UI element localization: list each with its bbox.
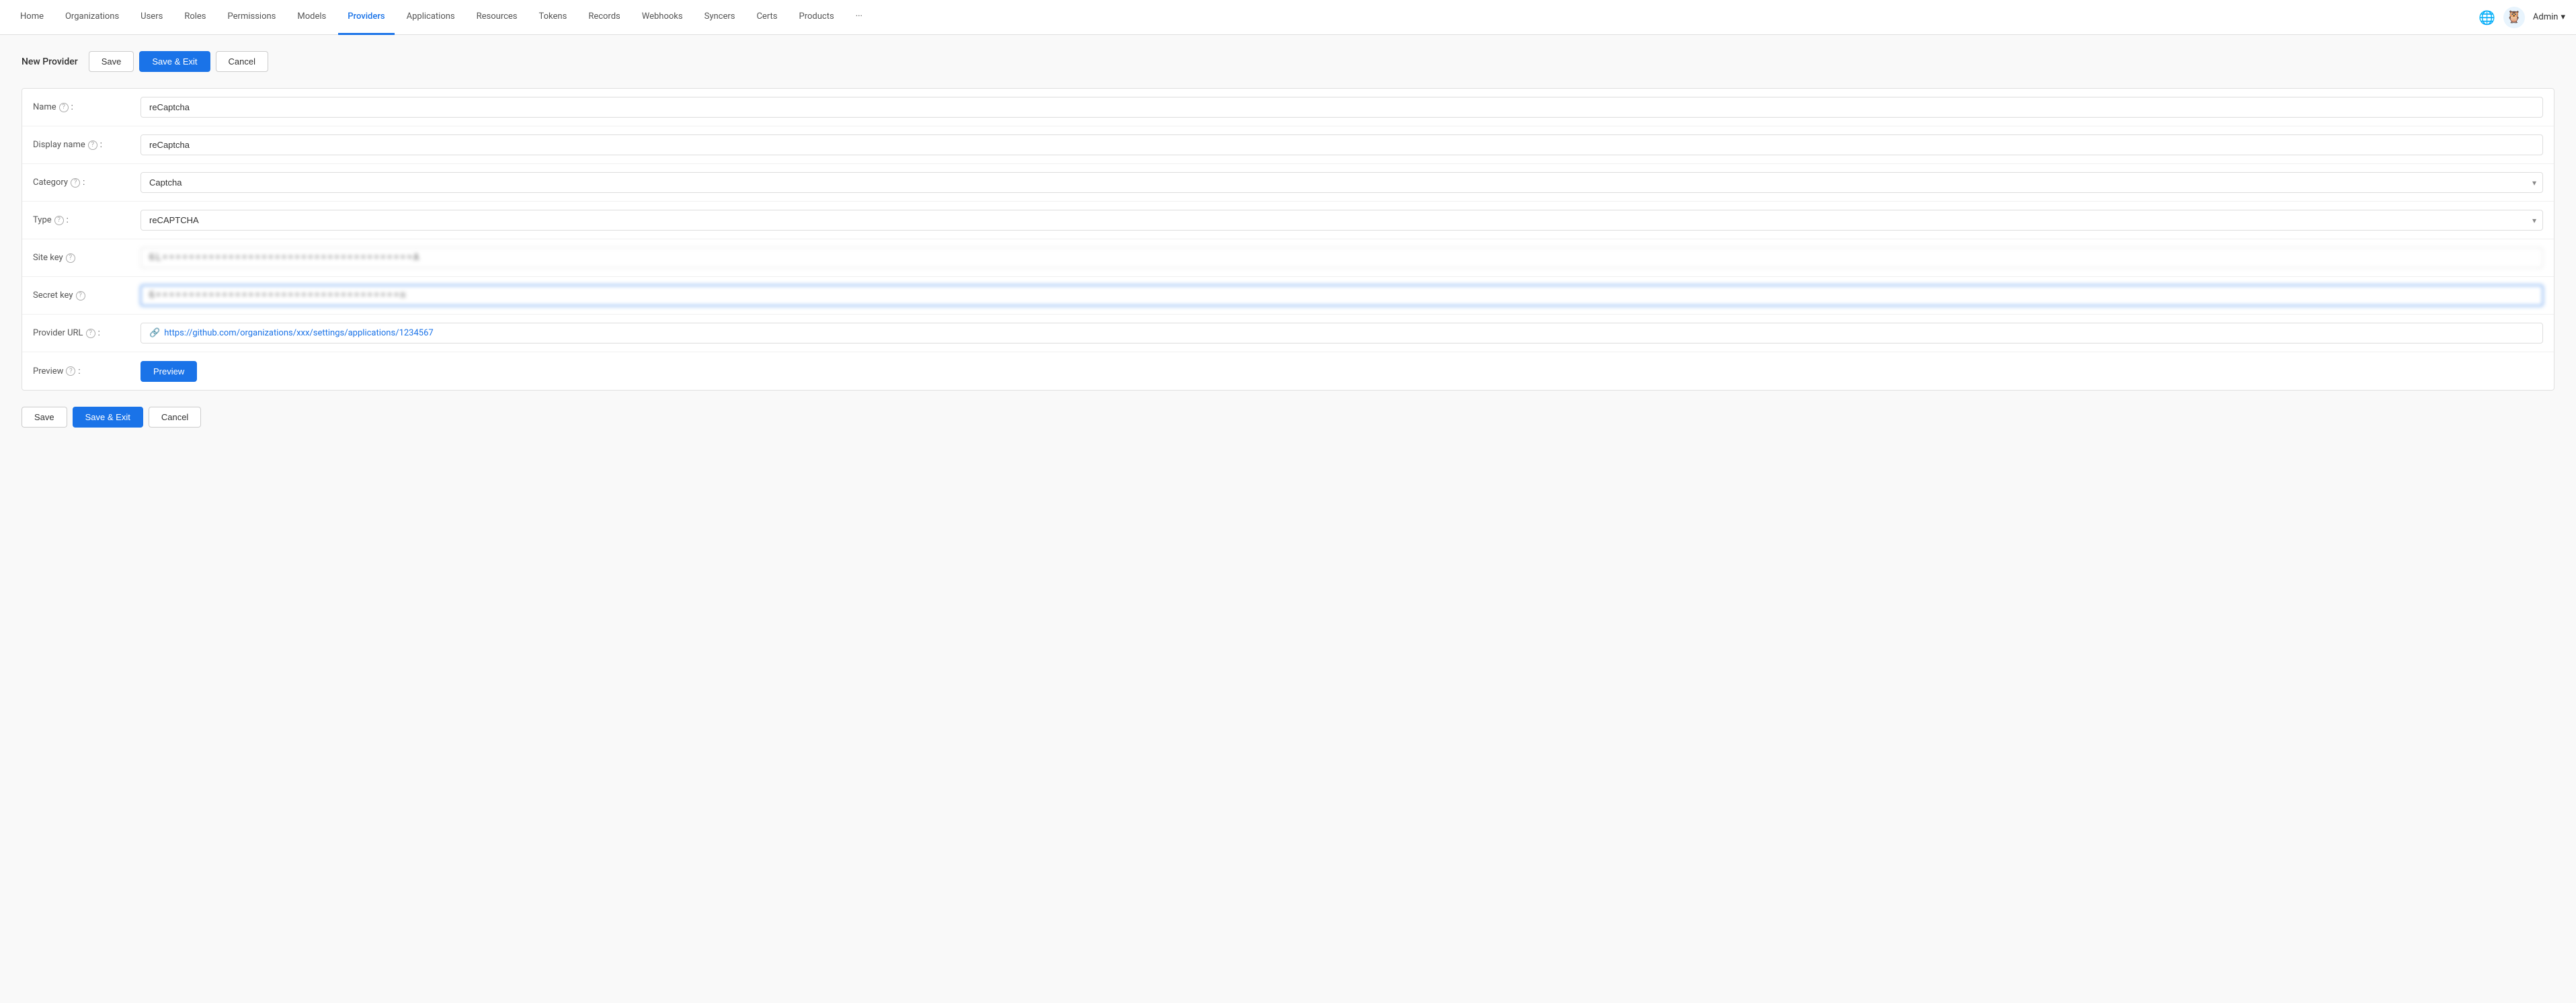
main-content: New Provider Save Save & Exit Cancel Nam… [0, 35, 2576, 1003]
bottom-save-exit-button[interactable]: Save & Exit [73, 407, 143, 428]
nav-home[interactable]: Home [11, 0, 53, 35]
display-name-row: Display name ? : [22, 126, 2554, 164]
globe-icon[interactable]: 🌐 [2479, 9, 2495, 26]
nav-users[interactable]: Users [131, 0, 172, 35]
page-title: New Provider [22, 56, 78, 67]
name-help-icon[interactable]: ? [59, 103, 69, 112]
type-field: reCAPTCHA hCaptcha Turnstile ▾ [140, 210, 2543, 231]
provider-url-field: 🔗 https://github.com/organizations/xxx/s… [140, 323, 2543, 344]
link-icon: 🔗 [149, 328, 160, 338]
nav-applications[interactable]: Applications [397, 0, 465, 35]
name-field [140, 97, 2543, 118]
display-name-help-icon[interactable]: ? [88, 141, 97, 150]
preview-field: Preview [140, 361, 2543, 382]
nav-organizations[interactable]: Organizations [56, 0, 128, 35]
site-key-input[interactable] [140, 247, 2543, 268]
nav-records[interactable]: Records [579, 0, 629, 35]
save-exit-button[interactable]: Save & Exit [139, 51, 210, 72]
provider-form: Name ? : Display name ? : Category ? [22, 88, 2554, 391]
nav-resources[interactable]: Resources [467, 0, 527, 35]
site-key-field [140, 247, 2543, 268]
provider-url-value: https://github.com/organizations/xxx/set… [164, 328, 434, 338]
provider-url-row: Provider URL ? : 🔗 https://github.com/or… [22, 315, 2554, 352]
save-button[interactable]: Save [89, 51, 134, 72]
secret-key-input[interactable] [140, 285, 2543, 306]
top-navigation: Home Organizations Users Roles Permissio… [0, 0, 2576, 35]
nav-syncers[interactable]: Syncers [695, 0, 745, 35]
category-select[interactable]: Captcha OAuth SAML LDAP [140, 172, 2543, 193]
category-help-icon[interactable]: ? [71, 178, 80, 188]
site-key-row: Site key ? [22, 239, 2554, 277]
nav-items: Home Organizations Users Roles Permissio… [11, 0, 2479, 35]
nav-permissions[interactable]: Permissions [218, 0, 286, 35]
app-logo-icon: 🦉 [2503, 7, 2525, 28]
name-row: Name ? : [22, 89, 2554, 126]
type-row: Type ? : reCAPTCHA hCaptcha Turnstile ▾ [22, 202, 2554, 239]
bottom-toolbar: Save Save & Exit Cancel [22, 407, 2554, 428]
nav-models[interactable]: Models [288, 0, 335, 35]
nav-providers[interactable]: Providers [338, 0, 394, 35]
nav-products[interactable]: Products [790, 0, 844, 35]
provider-url-help-icon[interactable]: ? [86, 329, 95, 338]
admin-label: Admin [2533, 12, 2559, 22]
site-key-help-icon[interactable]: ? [66, 253, 75, 263]
admin-menu[interactable]: Admin ▾ [2533, 12, 2565, 22]
admin-chevron-icon: ▾ [2561, 12, 2565, 22]
type-label: Type ? : [33, 215, 140, 225]
secret-key-field [140, 285, 2543, 306]
bottom-cancel-button[interactable]: Cancel [149, 407, 201, 428]
preview-row: Preview ? : Preview [22, 352, 2554, 390]
secret-key-help-icon[interactable]: ? [76, 291, 85, 300]
category-select-wrapper: Captcha OAuth SAML LDAP ▾ [140, 172, 2543, 193]
type-select[interactable]: reCAPTCHA hCaptcha Turnstile [140, 210, 2543, 231]
display-name-label: Display name ? : [33, 140, 140, 150]
nav-webhooks[interactable]: Webhooks [633, 0, 692, 35]
type-select-wrapper: reCAPTCHA hCaptcha Turnstile ▾ [140, 210, 2543, 231]
name-input[interactable] [140, 97, 2543, 118]
nav-roles[interactable]: Roles [175, 0, 215, 35]
preview-label: Preview ? : [33, 366, 140, 376]
preview-button[interactable]: Preview [140, 361, 197, 382]
secret-key-row: Secret key ? [22, 277, 2554, 315]
name-label: Name ? : [33, 102, 140, 112]
preview-help-icon[interactable]: ? [66, 366, 75, 376]
nav-tokens[interactable]: Tokens [530, 0, 577, 35]
secret-key-label: Secret key ? [33, 290, 140, 300]
nav-right: 🌐 🦉 Admin ▾ [2479, 7, 2565, 28]
provider-url-label: Provider URL ? : [33, 328, 140, 338]
display-name-field [140, 134, 2543, 155]
category-row: Category ? : Captcha OAuth SAML LDAP ▾ [22, 164, 2554, 202]
cancel-button[interactable]: Cancel [216, 51, 268, 72]
bottom-save-button[interactable]: Save [22, 407, 67, 428]
type-help-icon[interactable]: ? [54, 216, 64, 225]
provider-url-display[interactable]: 🔗 https://github.com/organizations/xxx/s… [140, 323, 2543, 344]
top-toolbar: New Provider Save Save & Exit Cancel [22, 51, 2554, 72]
display-name-input[interactable] [140, 134, 2543, 155]
category-field: Captcha OAuth SAML LDAP ▾ [140, 172, 2543, 193]
site-key-label: Site key ? [33, 253, 140, 263]
category-label: Category ? : [33, 177, 140, 188]
nav-certs[interactable]: Certs [747, 0, 787, 35]
nav-more[interactable]: ··· [846, 0, 872, 35]
